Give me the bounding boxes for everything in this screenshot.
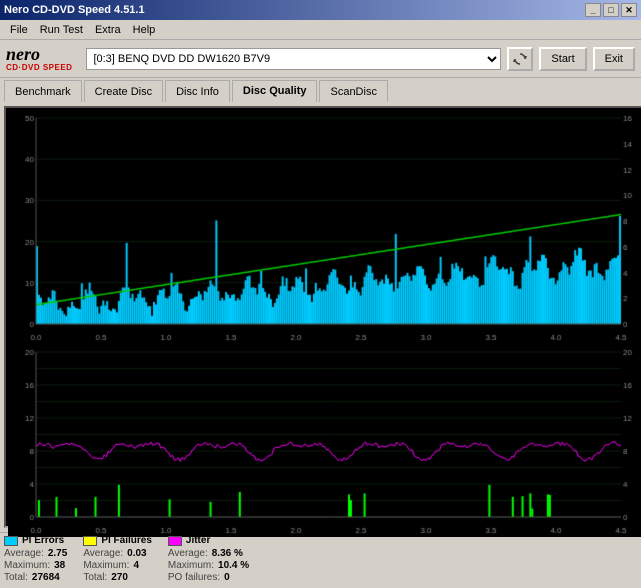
- jitter-avg-value: 8.36 %: [212, 548, 243, 559]
- pi-failures-color-box: [83, 536, 97, 546]
- pi-failures-avg-row: Average: 0.03: [83, 548, 152, 559]
- toolbar: nero CD·DVD SPEED [0:3] BENQ DVD DD DW16…: [0, 40, 641, 78]
- nero-sub-text: CD·DVD SPEED: [6, 63, 72, 72]
- drive-select[interactable]: [0:3] BENQ DVD DD DW1620 B7V9: [86, 48, 501, 70]
- pi-errors-total-value: 27684: [32, 572, 60, 583]
- tab-bar: Benchmark Create Disc Disc Info Disc Qua…: [0, 78, 641, 102]
- start-button[interactable]: Start: [539, 47, 586, 71]
- pi-failures-group: PI Failures Average: 0.03 Maximum: 4 Tot…: [83, 535, 152, 586]
- pi-errors-max-value: 38: [54, 560, 65, 571]
- menu-file[interactable]: File: [4, 20, 34, 39]
- pi-errors-max-label: Maximum:: [4, 560, 50, 571]
- title-bar-buttons: _ □ ✕: [585, 3, 637, 17]
- pi-failures-max-value: 4: [133, 560, 139, 571]
- pi-errors-avg-label: Average:: [4, 548, 44, 559]
- pi-failures-header: PI Failures: [83, 535, 152, 546]
- jitter-po-label: PO failures:: [168, 572, 220, 583]
- main-content: Disc info Type: DVD+R ID: YUDEN000 T02 D…: [0, 102, 641, 532]
- refresh-icon-button[interactable]: [507, 47, 533, 71]
- tab-disc-info[interactable]: Disc Info: [165, 80, 230, 102]
- jitter-color-box: [168, 536, 182, 546]
- tab-scan-disc[interactable]: ScanDisc: [319, 80, 387, 102]
- pi-errors-total-row: Total: 27684: [4, 572, 67, 583]
- exit-button[interactable]: Exit: [593, 47, 635, 71]
- pi-failures-max-row: Maximum: 4: [83, 560, 152, 571]
- jitter-po-row: PO failures: 0: [168, 572, 249, 583]
- jitter-avg-label: Average:: [168, 548, 208, 559]
- bottom-chart: [8, 346, 641, 537]
- tab-disc-quality[interactable]: Disc Quality: [232, 80, 318, 102]
- pi-errors-header: PI Errors: [4, 535, 67, 546]
- pi-failures-avg-label: Average:: [83, 548, 123, 559]
- pi-failures-total-label: Total:: [83, 572, 107, 583]
- jitter-label: Jitter: [186, 535, 210, 546]
- jitter-max-value: 10.4 %: [218, 560, 249, 571]
- refresh-icon: [513, 52, 527, 66]
- pi-failures-total-value: 270: [111, 572, 128, 583]
- jitter-max-row: Maximum: 10.4 %: [168, 560, 249, 571]
- top-chart: [8, 110, 641, 344]
- pi-errors-avg-row: Average: 2.75: [4, 548, 67, 559]
- nero-main-text: nero: [6, 45, 40, 63]
- jitter-header: Jitter: [168, 535, 249, 546]
- menu-run-test[interactable]: Run Test: [34, 20, 89, 39]
- pi-errors-group: PI Errors Average: 2.75 Maximum: 38 Tota…: [4, 535, 67, 586]
- pi-failures-total-row: Total: 270: [83, 572, 152, 583]
- charts-area: [4, 106, 641, 528]
- jitter-po-value: 0: [224, 572, 230, 583]
- pi-failures-avg-value: 0.03: [127, 548, 146, 559]
- window-title: Nero CD-DVD Speed 4.51.1: [4, 4, 145, 16]
- jitter-max-label: Maximum:: [168, 560, 214, 571]
- jitter-avg-row: Average: 8.36 %: [168, 548, 249, 559]
- menu-help[interactable]: Help: [127, 20, 162, 39]
- tab-create-disc[interactable]: Create Disc: [84, 80, 163, 102]
- title-bar: Nero CD-DVD Speed 4.51.1 _ □ ✕: [0, 0, 641, 20]
- pi-failures-label: PI Failures: [101, 535, 152, 546]
- pi-failures-max-label: Maximum:: [83, 560, 129, 571]
- pi-errors-total-label: Total:: [4, 572, 28, 583]
- nero-logo: nero CD·DVD SPEED: [6, 45, 72, 72]
- pi-errors-label: PI Errors: [22, 535, 64, 546]
- tab-benchmark[interactable]: Benchmark: [4, 80, 82, 102]
- stats-bar: PI Errors Average: 2.75 Maximum: 38 Tota…: [0, 532, 641, 588]
- pi-errors-max-row: Maximum: 38: [4, 560, 67, 571]
- menu-extra[interactable]: Extra: [89, 20, 127, 39]
- pi-errors-color-box: [4, 536, 18, 546]
- maximize-button[interactable]: □: [603, 3, 619, 17]
- minimize-button[interactable]: _: [585, 3, 601, 17]
- jitter-group: Jitter Average: 8.36 % Maximum: 10.4 % P…: [168, 535, 249, 586]
- pi-errors-avg-value: 2.75: [48, 548, 67, 559]
- close-button[interactable]: ✕: [621, 3, 637, 17]
- menu-bar: File Run Test Extra Help: [0, 20, 641, 40]
